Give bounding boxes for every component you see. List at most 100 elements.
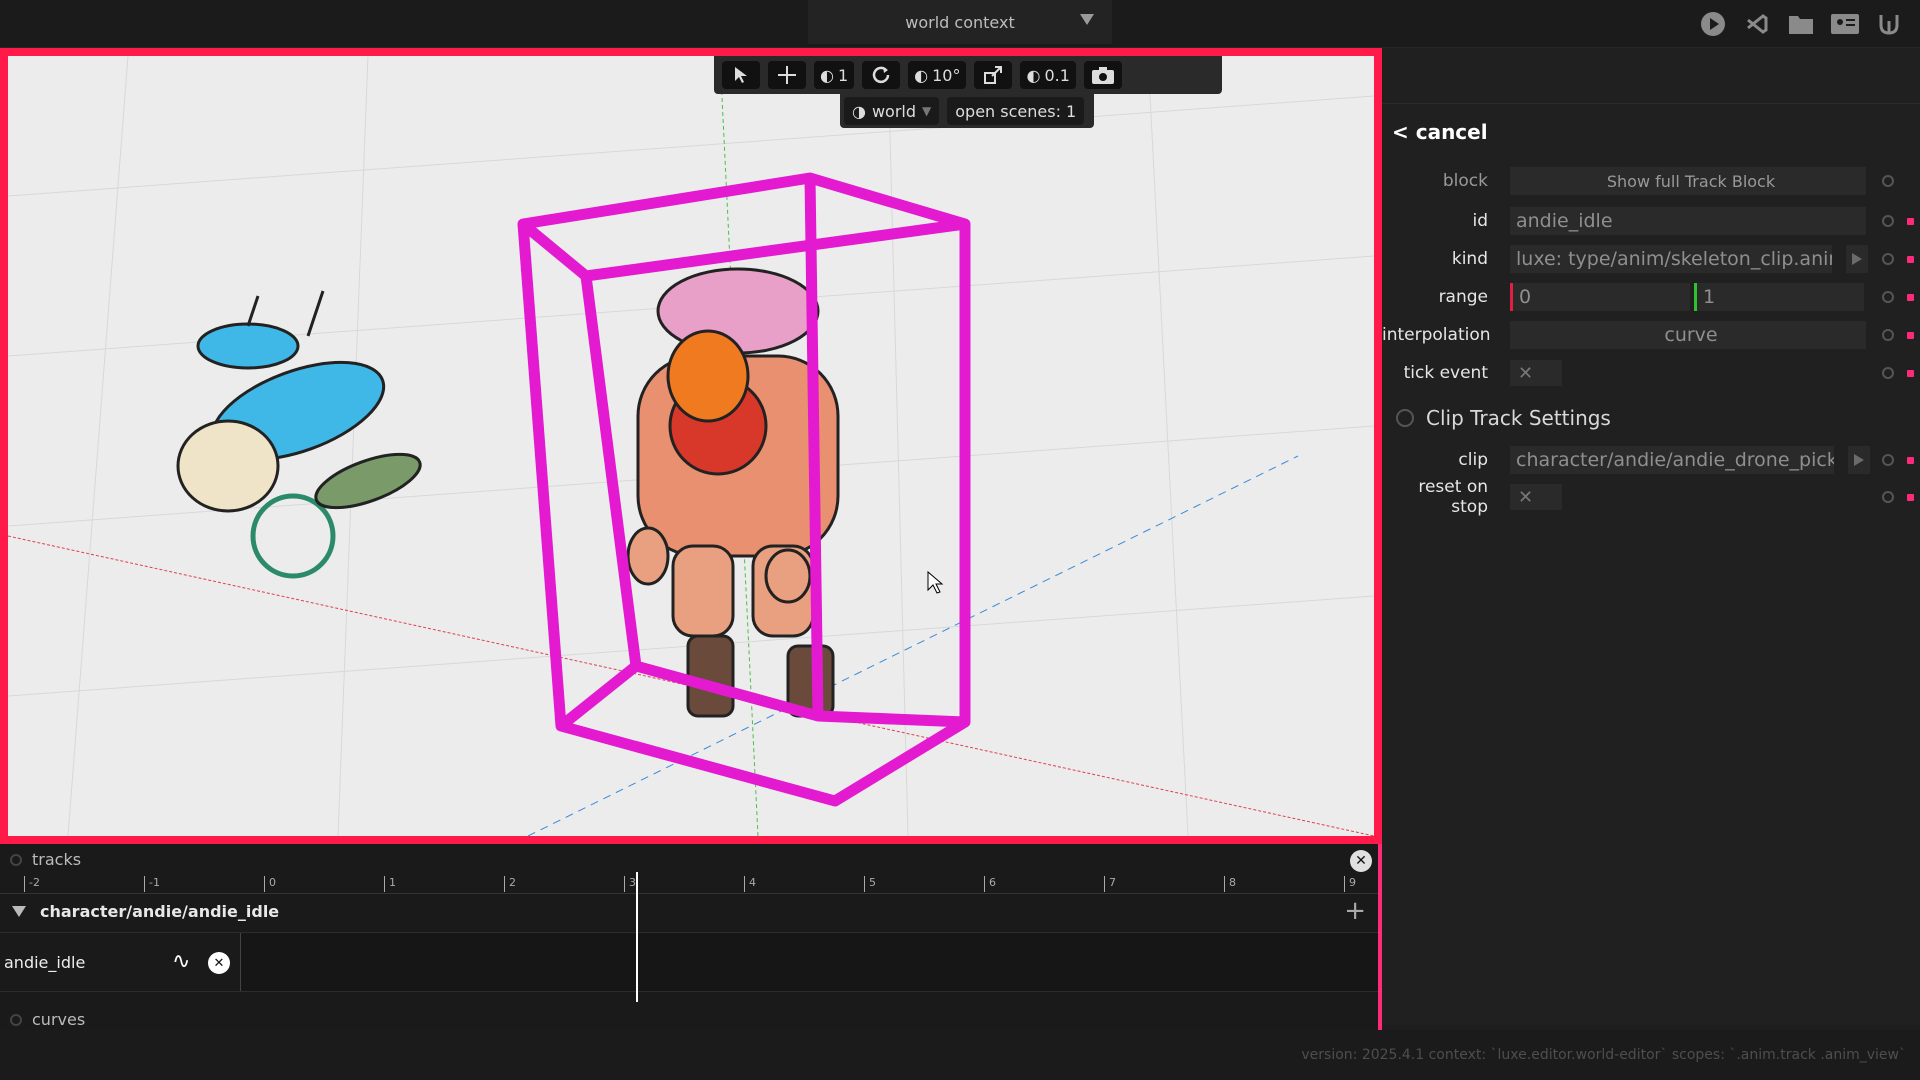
play-icon[interactable] (1846, 245, 1868, 273)
modified-indicator (1907, 493, 1914, 501)
id-label: id (1472, 211, 1488, 231)
playhead[interactable] (636, 872, 638, 1002)
id-row: id andie_idle (1382, 204, 1920, 238)
interpolation-label: interpolation (1382, 325, 1491, 345)
reset-on-stop-label: reset on stop (1418, 477, 1488, 517)
top-bar: world context (0, 0, 1920, 48)
ruler-tick: 6 (984, 876, 996, 892)
clip-label: clip (1458, 450, 1488, 470)
open-scenes-label: open scenes: 1 (955, 101, 1077, 121)
scene-viewport[interactable]: ◐ 1 ◐ 10° ◐ 0.1 ◑ world ▼ open scenes: 1 (0, 48, 1382, 844)
range-end-field[interactable]: 1 (1694, 283, 1864, 311)
snap-icon: ◐ (914, 65, 929, 85)
reset-icon[interactable] (1882, 291, 1894, 303)
reset-icon[interactable] (1882, 454, 1894, 466)
expand-triangle-icon[interactable] (12, 905, 26, 917)
vscode-icon[interactable] (1742, 10, 1772, 38)
scale-tool-button[interactable] (974, 61, 1013, 89)
move-icon (778, 66, 796, 84)
mouse-cursor-icon (927, 570, 944, 594)
track-row[interactable]: andie_idle ∿ ✕ (0, 932, 1382, 992)
ruler-tick: 4 (744, 876, 756, 892)
clip-track-settings-section[interactable]: Clip Track Settings (1382, 398, 1920, 438)
interpolation-dropdown[interactable]: curve (1510, 321, 1866, 349)
range-row: range 0 1 (1382, 280, 1920, 314)
snap-icon: ◐ (1026, 65, 1041, 85)
world-dropdown[interactable]: ◑ world ▼ (844, 97, 940, 125)
show-full-track-block-button[interactable]: Show full Track Block (1510, 167, 1866, 195)
scale-snap-toggle[interactable]: ◐ 0.1 (1020, 61, 1076, 89)
collapse-icon[interactable] (10, 853, 22, 866)
track-name: andie_idle (4, 953, 86, 972)
curve-icon[interactable]: ∿ (172, 949, 190, 974)
context-dropdown[interactable]: world context (808, 0, 1112, 44)
modified-indicator (1907, 255, 1914, 263)
track-group[interactable]: character/andie/andie_idle (0, 898, 1382, 924)
kind-field[interactable]: luxe: type/anim/skeleton_clip.anim (1510, 245, 1832, 273)
reset-on-stop-row: reset on stop ✕ (1382, 477, 1920, 517)
modified-indicator (1907, 369, 1914, 377)
range-start-field[interactable]: 0 (1510, 283, 1690, 311)
modified-indicator (1907, 331, 1914, 339)
world-label: world (871, 101, 917, 121)
pointer-icon (735, 67, 747, 83)
rotate-tool-button[interactable] (862, 61, 901, 89)
chevron-down-icon: ▼ (922, 104, 932, 118)
reset-icon[interactable] (1882, 253, 1894, 265)
remove-track-icon[interactable]: ✕ (208, 952, 230, 974)
folder-icon[interactable] (1786, 10, 1816, 38)
scale-snap-value: 0.1 (1044, 65, 1070, 85)
tick-event-label: tick event (1403, 363, 1488, 383)
add-track-icon[interactable]: + (1344, 898, 1366, 924)
viewport-toolbar: ◐ 1 ◐ 10° ◐ 0.1 (714, 56, 1222, 94)
snap-icon: ◐ (820, 65, 834, 85)
reset-icon[interactable] (1882, 491, 1894, 503)
status-text: version: 2025.4.1 context: `luxe.editor.… (1301, 1047, 1906, 1063)
inspector-panel: < cancel block Show full Track Block id … (1382, 48, 1920, 1024)
close-icon[interactable]: ✕ (1350, 850, 1372, 872)
tool-icon[interactable] (1874, 10, 1904, 38)
modified-indicator (1907, 217, 1914, 225)
reset-on-stop-checkbox[interactable]: ✕ (1510, 484, 1562, 510)
modified-indicator (1907, 293, 1914, 301)
status-bar: version: 2025.4.1 context: `luxe.editor.… (0, 1030, 1920, 1080)
reset-icon[interactable] (1882, 367, 1894, 379)
ruler-tick: 2 (504, 876, 516, 892)
timeline-ruler[interactable]: -2 -1 0 1 2 3 4 5 6 7 8 9 (0, 874, 1382, 894)
kind-label: kind (1451, 249, 1488, 269)
reset-icon[interactable] (1882, 215, 1894, 227)
open-scenes-button[interactable]: open scenes: 1 (947, 97, 1085, 125)
track-lane[interactable] (240, 933, 1382, 991)
move-tool-button[interactable] (768, 61, 806, 89)
ruler-tick: 9 (1344, 876, 1356, 892)
chevron-down-icon (1080, 14, 1094, 25)
reset-icon[interactable] (1882, 329, 1894, 341)
tracks-title: tracks (32, 850, 82, 869)
clip-field[interactable]: character/andie/andie_drone_pick (1510, 446, 1834, 474)
cancel-button[interactable]: < cancel (1392, 120, 1488, 144)
section-title: Clip Track Settings (1426, 406, 1611, 430)
reset-icon[interactable] (1882, 175, 1894, 187)
ruler-tick: 7 (1104, 876, 1116, 892)
curves-header: curves (10, 1010, 85, 1029)
id-field[interactable]: andie_idle (1510, 207, 1866, 235)
range-label: range (1438, 287, 1488, 307)
rotate-snap-toggle[interactable]: ◐ 10° (908, 61, 967, 89)
move-snap-toggle[interactable]: ◐ 1 (814, 61, 855, 89)
ruler-tick: 8 (1224, 876, 1236, 892)
collapse-icon[interactable] (10, 1013, 22, 1026)
kind-row: kind luxe: type/anim/skeleton_clip.anim (1382, 242, 1920, 276)
play-icon[interactable] (1848, 446, 1870, 474)
viewport-subbar: ◑ world ▼ open scenes: 1 (840, 94, 1094, 128)
tick-event-row: tick event ✕ (1382, 356, 1920, 390)
camera-button[interactable] (1083, 61, 1122, 89)
play-icon[interactable] (1698, 10, 1728, 38)
clip-row: clip character/andie/andie_drone_pick (1382, 443, 1920, 477)
select-tool-button[interactable] (722, 61, 760, 89)
collapse-icon[interactable] (1396, 409, 1414, 427)
globe-icon: ◑ (852, 101, 866, 121)
id-card-icon[interactable] (1830, 10, 1860, 38)
curves-title: curves (32, 1010, 86, 1029)
tick-event-checkbox[interactable]: ✕ (1510, 360, 1562, 386)
ruler-tick: 5 (864, 876, 876, 892)
